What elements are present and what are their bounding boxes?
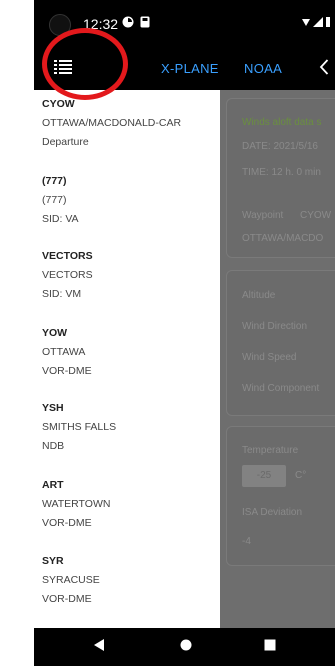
- nav-back-button[interactable]: [88, 637, 110, 657]
- nav-home-icon: [180, 638, 192, 656]
- back-chevron-icon: [319, 58, 329, 80]
- waypoint-label: Waypoint: [242, 210, 284, 221]
- tab-x-plane[interactable]: X-PLANE: [161, 61, 219, 76]
- nav-recents-icon: [264, 638, 276, 656]
- waypoint-type: VOR-DME: [42, 517, 92, 529]
- waypoint-code: CYOW: [42, 98, 75, 110]
- drawer-item-syr[interactable]: SYR SYRACUSE VOR-DME: [42, 552, 100, 609]
- signal-icon: [301, 16, 331, 31]
- tab-noaa[interactable]: NOAA: [244, 61, 282, 76]
- waypoint-type: VOR-DME: [42, 593, 92, 605]
- drawer-item-ysh[interactable]: YSH SMITHS FALLS NDB: [42, 399, 116, 456]
- screenshot-frame: 12:32 X-PLANE NOAA Winds aloft data s DA…: [0, 0, 335, 666]
- drawer-item-art[interactable]: ART WATERTOWN VOR-DME: [42, 476, 110, 533]
- back-button[interactable]: [314, 56, 334, 82]
- drawer-item-vectors[interactable]: VECTORS VECTORS SID: VM: [42, 247, 93, 304]
- waypoint-code: SYR: [42, 555, 64, 567]
- waypoint-name: VECTORS: [42, 269, 93, 281]
- waypoint-value: CYOW: [300, 210, 332, 221]
- waypoint-code: (777): [42, 175, 67, 187]
- waypoint-type: SID: VM: [42, 288, 82, 300]
- temperature-unit: C°: [295, 470, 307, 481]
- nav-home-button[interactable]: [175, 637, 197, 657]
- waypoint-code: YOW: [42, 327, 68, 339]
- waypoint-name: OTTAWA/MACDO: [242, 233, 324, 244]
- wind-direction-label: Wind Direction: [242, 321, 308, 332]
- wind-speed-label: Wind Speed: [242, 352, 297, 363]
- altitude-label: Altitude: [242, 290, 276, 301]
- waypoint-type: VOR-DME: [42, 365, 92, 377]
- drawer-item-777[interactable]: (777) (777) SID: VA: [42, 172, 79, 229]
- storage-icon: [140, 16, 150, 31]
- waypoint-name: OTTAWA/MACDONALD-CAR: [42, 117, 182, 129]
- waypoint-name: OTTAWA: [42, 346, 86, 358]
- phone-screen: 12:32 X-PLANE NOAA Winds aloft data s DA…: [34, 0, 335, 666]
- drawer-item-cyow[interactable]: CYOW OTTAWA/MACDONALD-CAR Departure: [42, 95, 181, 152]
- wind-component-label: Wind Component: [242, 383, 320, 394]
- winds-aloft-title: Winds aloft data s: [242, 117, 322, 128]
- waypoint-type: Departure: [42, 136, 89, 148]
- waypoint-name: WATERTOWN: [42, 498, 111, 510]
- nav-back-icon: [93, 638, 105, 657]
- waypoint-name: SYRACUSE: [42, 574, 100, 586]
- waypoint-name: (777): [42, 194, 67, 206]
- waypoint-code: ART: [42, 479, 64, 491]
- waypoint-type: SID: VA: [42, 213, 79, 225]
- isa-deviation-value: -4: [242, 536, 251, 547]
- temperature-label: Temperature: [242, 445, 299, 456]
- temperature-input[interactable]: -25: [242, 465, 286, 487]
- route-drawer: CYOW OTTAWA/MACDONALD-CAR Departure (777…: [34, 90, 220, 628]
- system-nav-bar: [34, 628, 335, 666]
- waypoint-code: VECTORS: [42, 250, 93, 262]
- notification-icon: [122, 16, 134, 31]
- waypoint-type: NDB: [42, 440, 65, 452]
- main-content-dimmed: Winds aloft data s DATE: 2021/5/16 TIME:…: [220, 90, 335, 628]
- nav-recents-button[interactable]: [259, 637, 281, 657]
- waypoint-code: YSH: [42, 402, 64, 414]
- drawer-item-yow[interactable]: YOW OTTAWA VOR-DME: [42, 324, 92, 381]
- time-text: TIME: 12 h. 0 min: [242, 167, 321, 178]
- annotation-circle: [42, 28, 128, 100]
- waypoint-name: SMITHS FALLS: [42, 421, 117, 433]
- date-text: DATE: 2021/5/16: [242, 141, 318, 152]
- isa-deviation-label: ISA Deviation: [242, 507, 303, 518]
